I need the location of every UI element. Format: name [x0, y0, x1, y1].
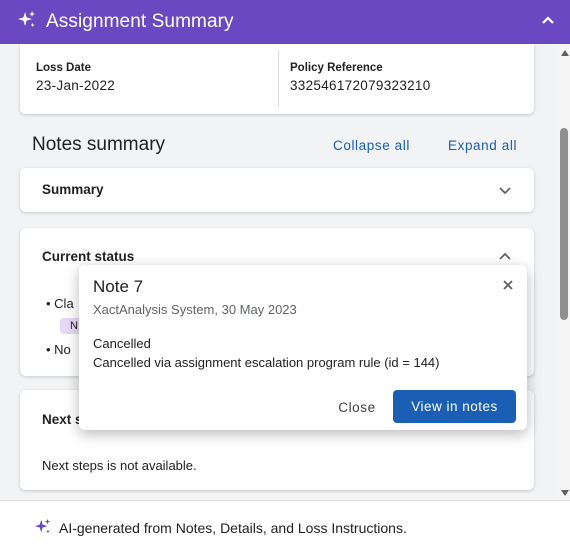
policy-reference-label: Policy Reference — [290, 62, 383, 74]
loss-date-value: 23-Jan-2022 — [36, 78, 116, 93]
chevron-down-icon[interactable] — [498, 183, 512, 197]
sparkle-icon — [16, 10, 38, 35]
scroll-down-arrow-icon[interactable] — [561, 490, 569, 496]
scrollbar-thumb[interactable] — [560, 128, 568, 320]
policy-reference-value: 332546172079323210 — [290, 78, 431, 93]
divider — [278, 50, 279, 106]
collapse-all-link[interactable]: Collapse all — [333, 138, 410, 153]
accordion-title: Summary — [42, 182, 104, 197]
next-steps-text: Next steps is not available. — [42, 458, 197, 473]
chevron-up-icon[interactable] — [538, 10, 558, 30]
expand-all-link[interactable]: Expand all — [448, 138, 517, 153]
note-popup: Note 7 XactAnalysis System, 30 May 2023 … — [79, 265, 527, 430]
claim-info-card: Loss Date 23-Jan-2022 Policy Reference 3… — [20, 44, 534, 114]
chevron-up-icon[interactable] — [498, 250, 512, 264]
policy-reference-field: Policy Reference 332546172079323210 — [290, 62, 431, 93]
list-item-text: No — [54, 342, 71, 357]
sparkle-icon — [34, 518, 52, 541]
note-title: Note 7 — [93, 277, 144, 296]
view-in-notes-button[interactable]: View in notes — [393, 390, 516, 423]
list-item: • Cla — [46, 296, 74, 311]
note-description: Cancelled via assignment escalation prog… — [93, 355, 440, 370]
loss-date-label: Loss Date — [36, 62, 91, 74]
accordion-title: Next s — [42, 412, 83, 427]
summary-accordion[interactable]: Summary — [20, 168, 534, 212]
note-status: Cancelled — [93, 336, 151, 351]
list-item: • No — [46, 342, 71, 357]
scroll-up-arrow-icon[interactable] — [561, 50, 569, 56]
page-title: Assignment Summary — [46, 11, 234, 32]
close-button[interactable]: Close — [331, 391, 383, 423]
note-source: XactAnalysis System, 30 May 2023 — [93, 302, 297, 317]
ai-footer: AI-generated from Notes, Details, and Lo… — [0, 500, 570, 550]
scrollbar[interactable] — [558, 44, 570, 500]
ai-disclaimer-text: AI-generated from Notes, Details, and Lo… — [59, 520, 407, 536]
notes-summary-title: Notes summary — [32, 134, 166, 155]
list-item-text: Cla — [54, 296, 74, 311]
accordion-title: Current status — [42, 249, 135, 264]
assignment-summary-header[interactable]: Assignment Summary — [0, 0, 570, 44]
close-icon[interactable] — [501, 278, 515, 292]
loss-date-field: Loss Date 23-Jan-2022 — [36, 62, 115, 93]
